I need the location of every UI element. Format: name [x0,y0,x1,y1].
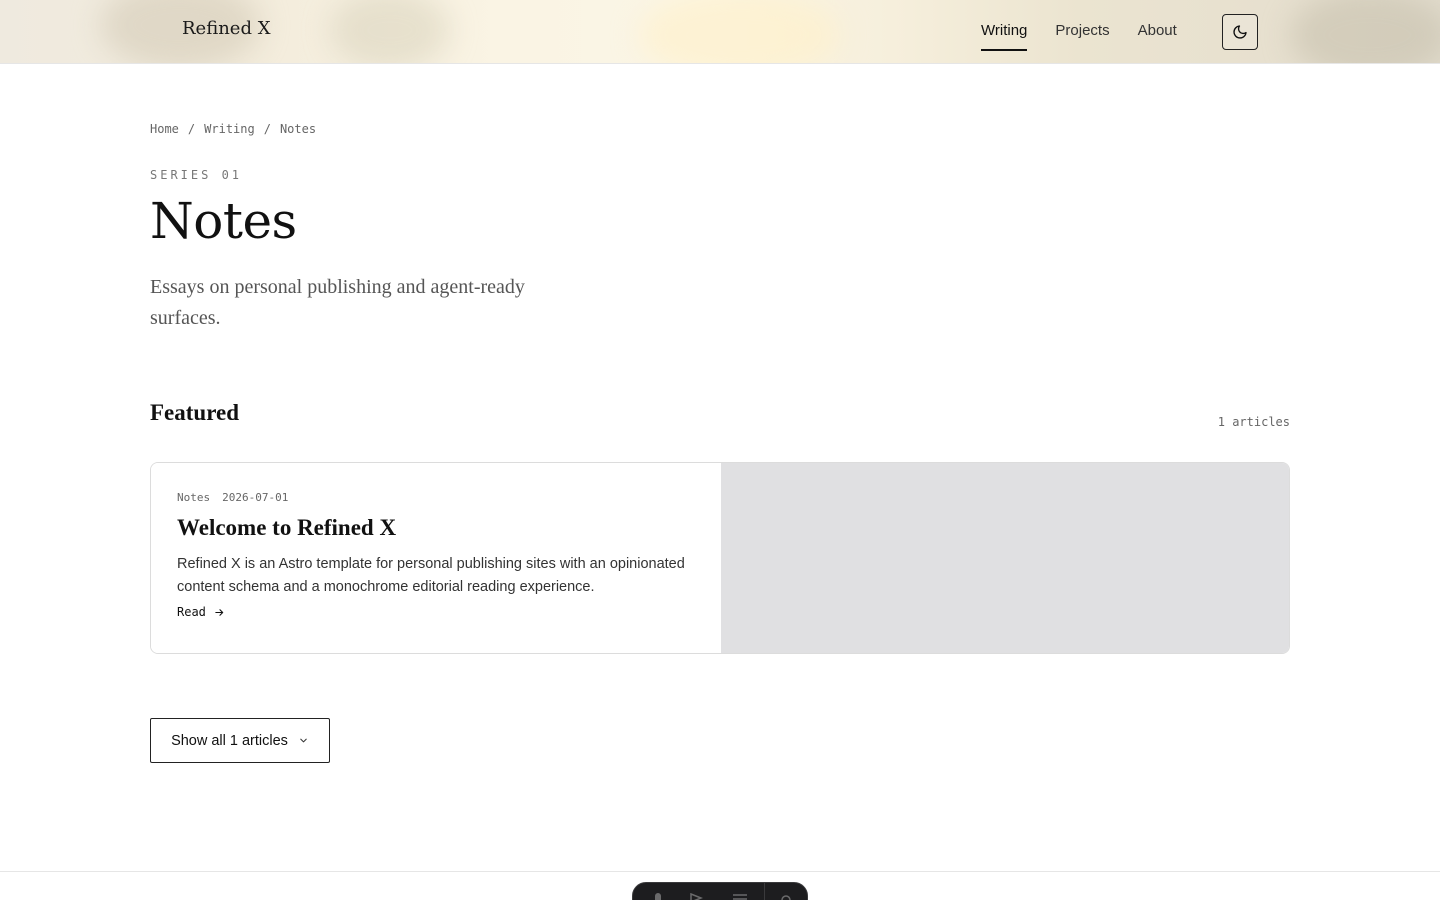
breadcrumb: Home / Writing / Notes [150,122,316,136]
article-excerpt: Refined X is an Astro template for perso… [177,556,685,595]
series-eyebrow: SERIES 01 [150,168,243,182]
featured-article-card[interactable]: Notes 2026-07-01 Welcome to Refined X Re… [150,462,1290,654]
article-category: Notes [177,491,211,504]
site-header: Refined X Writing Projects About [0,0,1440,64]
page-description: Essays on personal publishing and agent-… [150,276,525,329]
main-nav: Writing Projects About [981,22,1177,52]
toolbar-separator [764,883,765,900]
article-date: 2026-07-01 [222,491,289,504]
header-background-blur [640,0,840,63]
article-card-body: Notes 2026-07-01 Welcome to Refined X Re… [151,463,721,653]
page-title: Notes [150,192,297,250]
article-count: 1 articles [1217,415,1290,429]
article-cover-image-placeholder [721,463,1289,653]
breadcrumb-current: Notes [279,122,317,136]
article-title-link[interactable]: Welcome to Refined X [177,515,695,541]
breadcrumb-separator: / [187,122,196,136]
footer-divider [0,871,1440,872]
chevron-down-icon [300,738,307,743]
header-background-blur [1290,0,1440,63]
featured-heading: Featured [150,400,240,425]
nav-item-writing[interactable]: Writing [981,22,1028,52]
show-all-articles-button[interactable]: Show all 1 articles [150,718,330,763]
show-all-label: Show all 1 articles [171,732,288,749]
article-meta: Notes 2026-07-01 [177,491,695,504]
theme-toggle-button[interactable] [1222,14,1258,50]
breadcrumb-home[interactable]: Home [150,122,179,136]
site-brand-link[interactable]: Refined X [182,18,271,39]
gear-icon[interactable] [779,893,793,900]
moon-icon [1233,25,1247,39]
menu-icon[interactable] [733,893,747,900]
nav-item-projects[interactable]: Projects [1055,22,1109,52]
floating-toolbar [632,882,808,900]
read-article-link[interactable]: Read [177,605,695,619]
header-background-blur [330,0,450,63]
read-label: Read [177,605,206,619]
breadcrumb-separator: / [263,122,271,136]
arrow-right-icon [215,608,224,616]
breadcrumb-writing[interactable]: Writing [204,122,255,136]
nav-item-about[interactable]: About [1138,22,1177,52]
cursor-icon[interactable] [689,893,703,900]
microphone-icon[interactable] [651,893,665,900]
